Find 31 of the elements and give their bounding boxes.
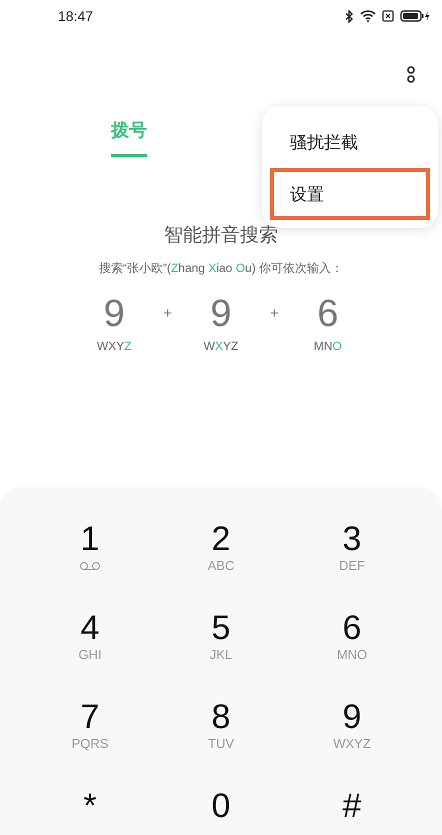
example-digit: 9 xyxy=(210,292,232,337)
dial-key[interactable]: 5 JKL xyxy=(156,609,286,698)
plus-sign: + xyxy=(163,305,172,322)
dial-key[interactable]: 9 WXYZ xyxy=(286,698,418,787)
status-time: 18:47 xyxy=(58,8,94,24)
example-digit: 9 xyxy=(104,292,125,337)
dial-key[interactable]: * xyxy=(24,787,156,835)
menu-item[interactable]: 设置 xyxy=(270,168,430,220)
voicemail-icon xyxy=(79,562,101,571)
example-letters: WXYZ xyxy=(204,339,238,353)
example-digit: 6 xyxy=(317,292,338,337)
wifi-icon xyxy=(360,10,376,22)
example-letters: WXYZ xyxy=(96,339,132,353)
pinyin-hint-text: 搜索“张小欧”(Zhang Xiao Ou) 你可依次输入： xyxy=(98,260,344,277)
more-options-icon[interactable] xyxy=(406,66,416,84)
dial-key[interactable]: 7 PQRS xyxy=(24,698,156,787)
pinyin-search-title: 智能拼音搜索 xyxy=(163,224,279,248)
dial-key[interactable]: 4 GHI xyxy=(24,609,156,698)
sim-icon xyxy=(382,10,394,22)
battery-charging-icon xyxy=(400,10,430,22)
dial-key[interactable]: 3 DEF xyxy=(286,520,418,609)
dial-key[interactable]: 0 xyxy=(156,787,286,835)
dial-key[interactable]: 6 MNO xyxy=(286,609,418,698)
example-letters: MNO xyxy=(314,339,342,353)
menu-item[interactable]: 骚扰拦截 xyxy=(270,116,430,168)
dial-key[interactable]: 8 TUV xyxy=(156,698,286,787)
dial-key[interactable]: 1 xyxy=(24,520,156,609)
plus-sign: + xyxy=(270,305,279,322)
dial-key[interactable]: # xyxy=(286,787,418,835)
bluetooth-icon xyxy=(345,10,354,22)
dial-key[interactable]: 2 ABC xyxy=(156,520,286,609)
